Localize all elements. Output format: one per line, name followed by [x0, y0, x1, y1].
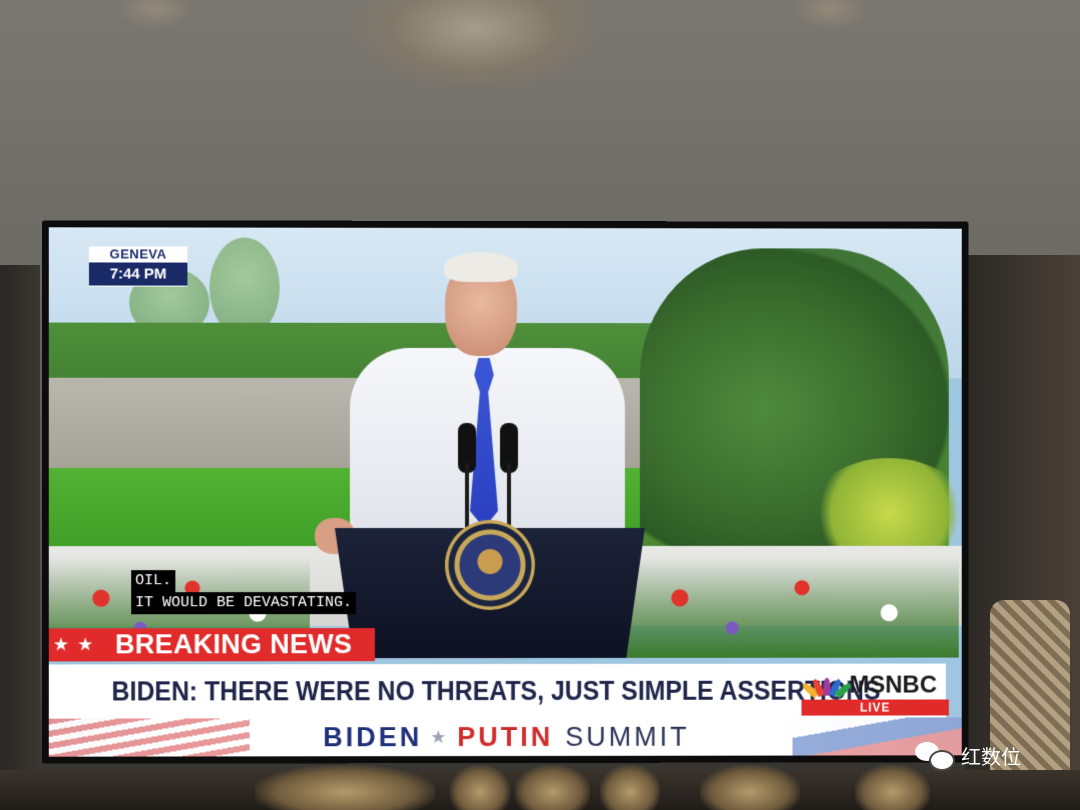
location-clock: GENEVA 7:44 PM: [89, 246, 187, 286]
summit-suffix: SUMMIT: [565, 721, 689, 752]
eagle-emblem: [473, 548, 507, 582]
star-icon: ★: [430, 727, 449, 748]
headline-text: BIDEN: THERE WERE NO THREATS, JUST SIMPL…: [49, 675, 881, 707]
network-logo: MSNBC: [801, 672, 948, 700]
summit-title: BIDEN ★ PUTIN SUMMIT: [323, 721, 690, 753]
caption-line-2: IT WOULD BE DEVASTATING.: [131, 592, 356, 614]
location-label: GENEVA: [89, 246, 187, 262]
microphone-stem: [465, 463, 469, 533]
caption-line-1: OIL.: [131, 570, 175, 592]
wall-ornament-right: [790, 0, 870, 30]
shelf-ornament: [600, 765, 660, 810]
watermark: 红数位: [915, 740, 1021, 770]
cabinet-left: [0, 265, 40, 810]
peacock-icon: [813, 676, 845, 696]
shelf-ornament: [515, 765, 590, 810]
shelf-ornament: [700, 765, 800, 810]
breaking-news-banner: ★★ BREAKING NEWS: [49, 628, 375, 661]
star-icons: ★★: [49, 634, 115, 655]
presidential-seal: [445, 520, 535, 610]
summit-bar: BIDEN ★ PUTIN SUMMIT: [49, 717, 962, 756]
shelf-ornament: [855, 765, 930, 810]
scene-flowers-right: [610, 558, 959, 658]
television: GENEVA 7:44 PM OIL. IT WOULD BE DEVASTAT…: [42, 220, 969, 763]
wall-ornament: [345, 0, 605, 95]
breaking-news-label: BREAKING NEWS: [115, 629, 352, 660]
network-name: MSNBC: [849, 672, 937, 700]
watermark-text: 红数位: [961, 741, 1021, 770]
wechat-icon: [915, 740, 955, 770]
shelf-ornament: [450, 765, 510, 810]
microphone-stem: [507, 463, 511, 533]
wall-ornament-left: [115, 0, 195, 30]
network-bug: MSNBC LIVE: [801, 672, 948, 720]
clock-time: 7:44 PM: [89, 262, 187, 285]
tv-screen: GENEVA 7:44 PM OIL. IT WOULD BE DEVASTAT…: [49, 227, 962, 756]
summit-right-name: PUTIN: [457, 721, 553, 752]
speaker-hair: [444, 252, 518, 282]
shelf-ornament: [255, 765, 435, 810]
us-flag-graphic: [49, 718, 250, 756]
live-badge: LIVE: [801, 699, 948, 715]
summit-left-name: BIDEN: [323, 722, 422, 753]
